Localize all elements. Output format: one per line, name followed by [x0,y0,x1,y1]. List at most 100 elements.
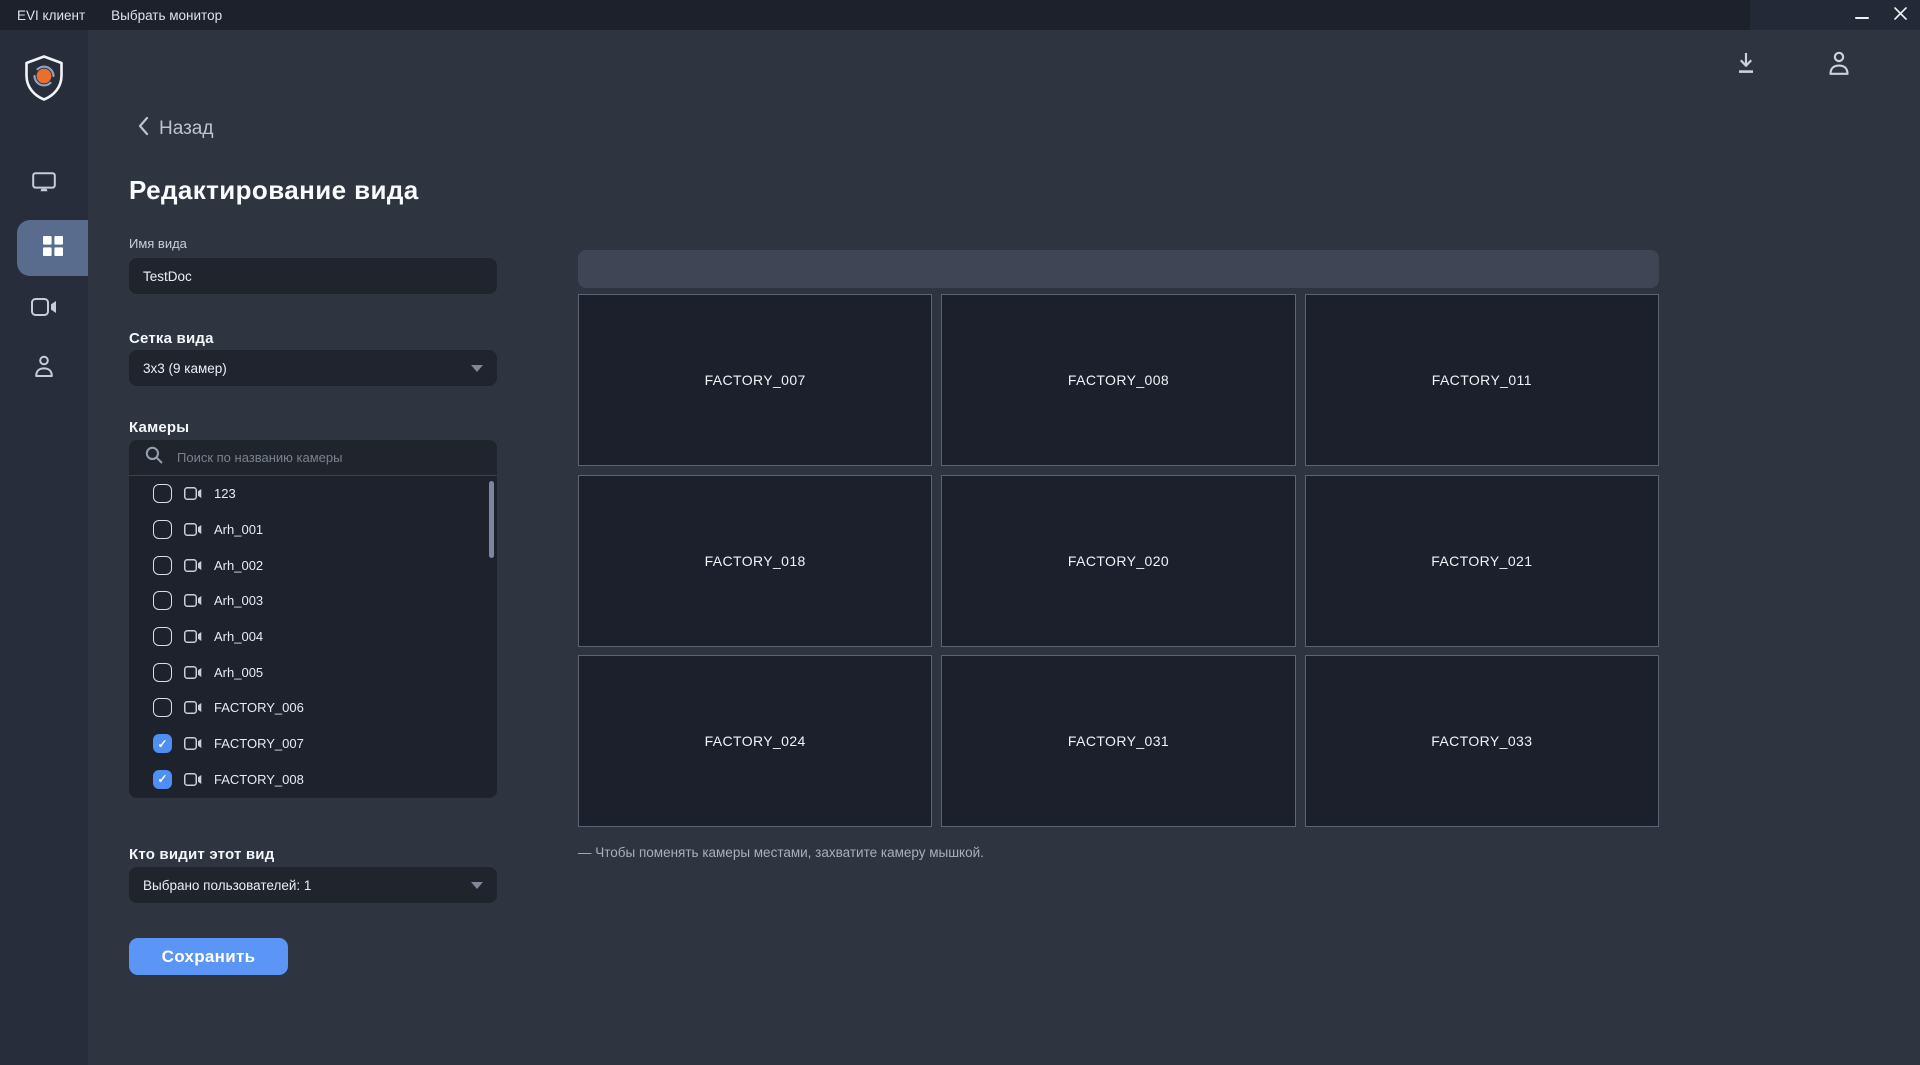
camera-tile-label: FACTORY_020 [1067,552,1170,569]
sidebar-item-users[interactable] [0,341,88,397]
download-icon [1735,51,1757,81]
video-camera-icon [184,772,202,786]
camera-name-label: Arh_005 [214,664,264,680]
camera-name-label: FACTORY_008 [214,771,304,787]
camera-picker-panel: 123 Arh_001 Arh_002 Arh_003 Arh_004 Arh_005 FA… [129,440,497,798]
camera-tile-label: FACTORY_024 [704,733,806,749]
evi-shield-logo [22,54,66,107]
video-camera-icon [184,630,202,644]
camera-checkbox[interactable] [153,520,172,540]
camera-tile[interactable]: FACTORY_031 [941,655,1296,827]
video-camera-icon [184,558,202,572]
camera-list: 123 Arh_001 Arh_002 Arh_003 Arh_004 Arh_005 FA… [129,475,497,797]
camera-name-label: 123 [214,486,236,502]
camera-list-item[interactable]: ✓ FACTORY_008 [129,762,497,798]
drag-hint: — Чтобы поменять камеры местами, захвати… [578,845,984,860]
camera-tile[interactable]: FACTORY_033 [1304,655,1659,827]
grid-size-select[interactable]: 3x3 (9 камер) [129,350,497,386]
camera-tile-label: FACTORY_031 [1067,733,1170,749]
camera-tile[interactable]: FACTORY_008 [941,294,1296,466]
page-title: Редактирование вида [129,175,419,205]
minimize-button[interactable] [1846,0,1878,30]
visibility-select[interactable]: Выбрано пользователей: 1 [129,867,497,903]
camera-checkbox[interactable]: ✓ [153,769,172,789]
camera-tile-label: FACTORY_033 [1431,733,1533,749]
back-button[interactable]: Назад [137,116,213,142]
name-field-label: Имя вида [129,236,187,251]
video-camera-icon [184,523,202,537]
camera-checkbox[interactable]: ✓ [153,734,172,754]
sidebar [0,30,88,1065]
camera-list-item[interactable]: Arh_005 [129,654,497,690]
camera-checkbox[interactable] [153,484,172,504]
close-button[interactable] [1884,0,1916,30]
camera-checkbox[interactable] [153,555,172,575]
camera-tile[interactable]: FACTORY_018 [578,474,933,647]
camera-name-label: FACTORY_007 [214,736,304,752]
camera-tile-label: FACTORY_011 [1431,372,1532,388]
camera-list-item[interactable]: FACTORY_006 [129,690,497,726]
camera-name-label: Arh_003 [214,593,264,609]
grid-field-label: Сетка вида [129,330,214,347]
chevron-left-icon [137,116,149,142]
camera-name-label: Arh_001 [214,522,264,538]
camera-checkbox[interactable] [153,591,172,611]
video-camera-icon [184,594,202,608]
cameras-field-label: Камеры [129,419,190,436]
chevron-down-icon [471,364,483,372]
video-camera-icon [184,487,202,501]
save-button[interactable]: Сохранить [129,938,288,975]
minimize-icon [1855,8,1869,23]
sidebar-item-cameras[interactable] [0,281,88,337]
camera-tile[interactable]: FACTORY_021 [1304,474,1659,647]
account-button[interactable] [1826,51,1852,81]
camera-tile[interactable]: FACTORY_020 [941,474,1296,647]
camera-tile-label: FACTORY_018 [704,552,806,569]
grid-size-value: 3x3 (9 камер) [143,360,227,376]
camera-checkbox[interactable] [153,627,172,647]
camera-name-label: FACTORY_006 [214,700,304,716]
camera-list-item[interactable]: Arh_004 [129,619,497,655]
video-camera-icon [184,737,202,751]
camera-name-label: Arh_004 [214,629,264,645]
visibility-field-label: Кто видит этот вид [129,846,275,863]
visibility-value: Выбрано пользователей: 1 [143,877,312,893]
back-label: Назад [159,118,214,139]
camera-tile[interactable]: FACTORY_024 [578,655,933,827]
view-name-input[interactable] [129,258,497,294]
camera-tile-label: FACTORY_007 [704,372,806,388]
video-camera-icon [31,297,57,321]
camera-grid: FACTORY_007 FACTORY_008 FACTORY_011 FACTORY… [578,294,1659,827]
menu-evi-client[interactable]: EVI клиент [8,0,94,30]
camera-list-item[interactable]: Arh_001 [129,512,497,548]
camera-checkbox[interactable] [153,698,172,718]
camera-tile-label: FACTORY_008 [1067,372,1170,388]
user-icon [34,355,54,383]
main-content: Назад Редактирование вида Имя вида Сетка… [88,30,1920,1065]
camera-tile[interactable]: FACTORY_011 [1304,294,1659,466]
camera-tile-label: FACTORY_021 [1431,552,1533,569]
camera-list-item[interactable]: ✓ FACTORY_007 [129,726,497,762]
camera-list-item[interactable]: 123 [129,476,497,512]
search-icon [145,446,163,469]
menu-select-monitor[interactable]: Выбрать монитор [102,0,231,30]
camera-search-input[interactable] [177,450,497,465]
grid-header-bar [578,250,1659,288]
sidebar-item-monitors[interactable] [0,157,88,213]
camera-list-item[interactable]: Arh_002 [129,547,497,583]
app-window: EVI клиент Выбрать монитор Назад Редакти… [0,0,1920,1065]
account-icon [1828,51,1850,81]
close-icon [1893,6,1908,24]
monitor-icon [32,172,56,198]
camera-tile[interactable]: FACTORY_007 [578,294,933,466]
download-button[interactable] [1733,53,1759,79]
camera-name-label: Arh_002 [214,557,264,573]
grid-views-icon [42,235,64,262]
sidebar-item-views[interactable] [17,220,88,276]
video-camera-icon [184,665,202,679]
camera-list-scrollbar[interactable] [489,481,494,558]
camera-list-item[interactable]: Arh_003 [129,583,497,619]
camera-search-row [129,440,497,475]
video-camera-icon [184,701,202,715]
camera-checkbox[interactable] [153,662,172,682]
